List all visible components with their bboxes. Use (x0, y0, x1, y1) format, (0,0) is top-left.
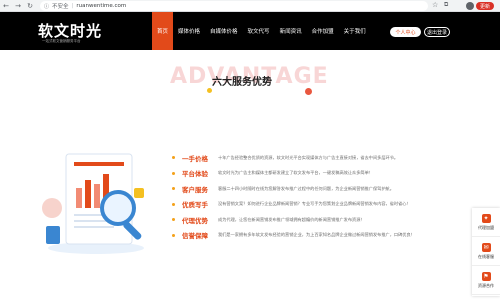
logo-subtitle: 一站式软文营销服务平台 (42, 39, 81, 43)
list-item: 客户服务 客服二十四小时随时在线为您解答发布推广过程中的任何问题，为企业新闻营销… (172, 181, 472, 197)
advantage-desc: 没有营销文案？如何进行企业品牌新闻营销？专业写手为您策划企业品牌新闻营销发布内容… (218, 201, 411, 207)
document-header-bar (74, 162, 124, 166)
chart-bar (76, 188, 82, 208)
list-item: 优质写手 没有营销文案？如何进行企业品牌新闻营销？专业写手为您策划企业品牌新闻营… (172, 197, 472, 213)
advantage-title: 信誉保障 (182, 232, 208, 241)
bullet-dot (172, 202, 175, 206)
logout-button[interactable]: 退出登录 (424, 27, 450, 37)
advantage-title: 优质写手 (182, 201, 208, 210)
nav-item-home[interactable]: 首页 (152, 12, 174, 50)
bullet-dot (172, 171, 175, 175)
float-label: 在线客服 (478, 253, 494, 259)
document-line (74, 220, 110, 222)
list-item: 代理优势 成为代理，让您在新闻营销发布推广领域拥有超编价的新闻营销推广发布资源！ (172, 212, 472, 228)
extensions-icon[interactable]: ⧉ (444, 1, 448, 9)
list-item: 一手价格 十年广告经验整合优质的资源，软文时光平台实现媒体方与广告主直接对接，省… (172, 150, 472, 166)
float-label: 资源合作 (478, 282, 494, 288)
nav-item-self-media-price[interactable]: 自媒体价格 (205, 12, 243, 50)
floating-side-panel: ✦ 代理加盟 ✉ 在线客服 ⚑ 资源合作 (472, 208, 500, 296)
reload-icon[interactable]: ↻ (24, 0, 36, 12)
update-button[interactable]: 更新 (476, 2, 494, 10)
advantage-desc: 十年广告经验整合优质的资源，软文时光平台实现媒体方与广告主直接对接，省去中间多层… (218, 154, 399, 160)
advantage-desc: 成为代理，让您在新闻营销发布推广领域拥有超编价的新闻营销推广发布资源！ (218, 216, 365, 222)
advantages-list: 一手价格 十年广告经验整合优质的资源，软文时光平台实现媒体方与广告主直接对接，省… (172, 150, 472, 243)
cooperation-icon: ⚑ (481, 271, 491, 281)
main-nav: 首页 媒体价格 自媒体价格 软文代写 新闻资讯 合作加盟 关于我们 (152, 12, 371, 50)
bullet-dot (172, 233, 175, 237)
handshake-icon: ✦ (481, 213, 491, 223)
list-item: 平台体验 软文时光为广告主和媒体主都研发建立了软文发布平台，一键发稿高效让众多简… (172, 166, 472, 182)
advantage-desc: 我们是一家拥有多年软文发布经验的营销企业，为上百家知名品牌企业做过新闻营销发布推… (218, 232, 415, 238)
float-label: 代理加盟 (478, 224, 494, 230)
info-icon[interactable]: ⓘ (44, 3, 49, 10)
advantage-title: 客户服务 (182, 185, 208, 194)
nav-item-news[interactable]: 新闻资讯 (275, 12, 307, 50)
bullet-dot (172, 187, 175, 191)
advantage-desc: 软文时光为广告主和媒体主都研发建立了软文发布平台，一键发稿高效让众多简单！ (218, 170, 373, 176)
decorative-dot-red (305, 88, 312, 95)
illustration-circle (42, 198, 62, 218)
nav-item-media-price[interactable]: 媒体价格 (173, 12, 205, 50)
chat-icon: ✉ (481, 242, 491, 252)
nav-item-writing[interactable]: 软文代写 (243, 12, 275, 50)
side-block (134, 188, 144, 198)
advantage-title: 平台体验 (182, 170, 208, 179)
site-logo[interactable]: 软文时光 (38, 20, 102, 41)
profile-avatar[interactable] (466, 2, 474, 10)
forward-icon[interactable]: → (12, 0, 24, 12)
chart-bar (94, 184, 100, 208)
bullet-dot (172, 156, 175, 160)
user-center-button[interactable]: 个人中心 (390, 27, 421, 37)
decorative-dot-yellow (207, 88, 212, 93)
float-item-resource[interactable]: ⚑ 资源合作 (472, 266, 500, 295)
float-item-chat[interactable]: ✉ 在线客服 (472, 237, 500, 266)
back-icon[interactable]: ← (0, 0, 12, 12)
advantage-title: 代理优势 (182, 216, 208, 225)
url-separator: | (71, 3, 74, 9)
site-header: 软文时光 一站式软文营销服务平台 首页 媒体价格 自媒体价格 软文代写 新闻资讯… (0, 12, 500, 50)
list-item: 信誉保障 我们是一家拥有多年软文发布经验的营销企业，为上百家知名品牌企业做过新闻… (172, 228, 472, 244)
analytics-illustration (42, 153, 144, 254)
advantage-title: 一手价格 (182, 154, 208, 163)
browser-toolbar: ← → ↻ ⓘ 不安全 | ruanwentime.com ☆ ⧉ 更新 (0, 0, 500, 12)
nav-item-partner[interactable]: 合作加盟 (307, 12, 339, 50)
insecure-label: 不安全 (52, 4, 69, 10)
document-line (74, 226, 114, 228)
chart-bar (85, 180, 91, 208)
advantage-desc: 客服二十四小时随时在线为您解答发布推广过程中的任何问题，为企业新闻营销推广保驾护… (218, 185, 394, 191)
side-block (46, 226, 60, 244)
bookmark-star-icon[interactable]: ☆ (432, 1, 438, 9)
magnifier-lens (100, 190, 136, 226)
float-item-partner[interactable]: ✦ 代理加盟 (472, 208, 500, 237)
address-bar[interactable]: ⓘ 不安全 | ruanwentime.com (40, 1, 428, 11)
bullet-dot (172, 218, 175, 222)
nav-item-about[interactable]: 关于我们 (339, 12, 371, 50)
url-text: ruanwentime.com (76, 3, 127, 9)
section-title: 六大服务优势 (212, 77, 272, 88)
